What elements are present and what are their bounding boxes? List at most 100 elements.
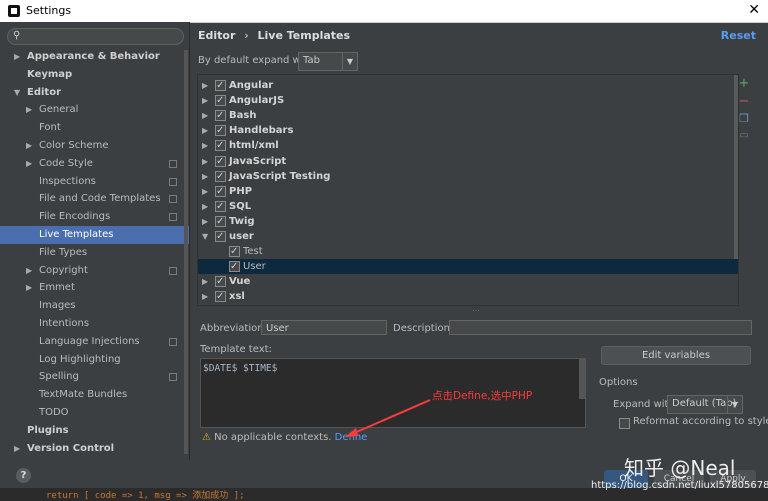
options-label: Options (599, 377, 638, 388)
chevron-right-icon[interactable]: ▶ (202, 169, 208, 184)
sidebar-item[interactable]: ▼ Editor (0, 84, 189, 102)
template-checkbox[interactable] (215, 229, 226, 244)
sidebar-item[interactable]: ▶ General (0, 101, 189, 119)
chevron-right-icon[interactable]: ▶ (202, 78, 208, 93)
template-row[interactable]: ▶ AngularJS (198, 93, 738, 108)
sidebar-item[interactable]: File Encodings (0, 208, 189, 226)
template-row[interactable]: ▶ Twig (198, 214, 738, 229)
sidebar-item[interactable]: Images (0, 297, 189, 315)
chevron-right-icon[interactable]: ▶ (202, 274, 208, 289)
template-checkbox[interactable] (215, 123, 226, 138)
settings-sidebar: ⚲ ▶ Appearance & Behavior Keymap ▼ Editor ▶ Ge… (0, 22, 190, 460)
search-input[interactable]: ⚲ (7, 28, 184, 45)
sidebar-item[interactable]: Intentions (0, 315, 189, 333)
sidebar-item[interactable]: ▶ Copyright (0, 262, 189, 280)
breadcrumb-separator: › (244, 29, 249, 42)
project-settings-icon (169, 266, 177, 275)
template-checkbox[interactable] (215, 274, 226, 289)
chevron-right-icon[interactable]: ▶ (202, 214, 208, 229)
template-checkbox[interactable] (215, 289, 226, 304)
sidebar-item[interactable]: Log Highlighting (0, 351, 189, 369)
template-checkbox[interactable] (215, 93, 226, 108)
sidebar-item-label: Spelling (39, 371, 79, 383)
sidebar-item-label: Plugins (27, 424, 69, 436)
template-checkbox[interactable] (215, 169, 226, 184)
sidebar-item[interactable]: Live Templates (0, 225, 189, 244)
description-input[interactable] (449, 320, 752, 335)
editor-scrollbar[interactable] (579, 359, 585, 399)
template-row[interactable]: ▶ JavaScript (198, 154, 738, 169)
template-row[interactable]: ▶ html/xml (198, 138, 738, 153)
reformat-checkbox[interactable] (619, 418, 630, 429)
chevron-right-icon[interactable]: ▶ (202, 93, 208, 108)
sidebar-item[interactable]: TODO (0, 404, 189, 422)
chevron-right-icon[interactable]: ▶ (202, 123, 208, 138)
sidebar-item[interactable]: Keymap (0, 66, 189, 84)
chevron-right-icon[interactable]: ▶ (202, 184, 208, 199)
chevron-down-icon[interactable]: ▼ (202, 229, 208, 244)
remove-icon[interactable]: − (738, 94, 750, 109)
template-checkbox[interactable] (215, 214, 226, 229)
template-row[interactable]: ▼ user (198, 229, 738, 244)
sidebar-item[interactable]: ▶ Emmet (0, 279, 189, 297)
template-row[interactable]: Test (198, 244, 738, 259)
close-icon[interactable]: ✕ (748, 2, 760, 18)
add-icon[interactable]: + (738, 76, 750, 91)
sidebar-item[interactable]: ▶ Color Scheme (0, 137, 189, 155)
template-row[interactable]: ▶ SQL (198, 199, 738, 214)
annotation-text: 点击Define,选中PHP (432, 390, 533, 402)
chevron-right-icon[interactable]: ▶ (14, 440, 20, 458)
chevron-right-icon[interactable]: ▶ (26, 101, 32, 119)
template-checkbox[interactable] (215, 78, 226, 93)
sidebar-item[interactable]: ▶ Code Style (0, 155, 189, 173)
template-checkbox[interactable] (215, 138, 226, 153)
edit-variables-button[interactable]: Edit variables (601, 346, 751, 365)
chevron-right-icon[interactable]: ▶ (26, 262, 32, 280)
chevron-right-icon[interactable]: ▶ (202, 289, 208, 304)
define-link[interactable]: Define (335, 432, 368, 443)
sidebar-item[interactable]: File and Code Templates (0, 190, 189, 208)
sidebar-item[interactable]: TextMate Bundles (0, 386, 189, 404)
template-checkbox[interactable] (215, 108, 226, 123)
restore-icon[interactable]: ▭ (738, 130, 750, 141)
template-checkbox[interactable] (229, 259, 240, 274)
chevron-right-icon[interactable]: ▶ (26, 137, 32, 155)
reset-link[interactable]: Reset (721, 29, 756, 42)
help-icon[interactable]: ? (16, 468, 31, 483)
splitter-handle[interactable]: ⋯ (472, 306, 480, 315)
chevron-right-icon[interactable]: ▶ (26, 155, 32, 173)
template-checkbox[interactable] (215, 154, 226, 169)
expand-with-combo[interactable]: Default (Tab) ▼ (667, 395, 743, 414)
sidebar-item[interactable]: Inspections (0, 173, 189, 191)
sidebar-item[interactable]: Font (0, 119, 189, 137)
template-checkbox[interactable] (215, 184, 226, 199)
chevron-down-icon[interactable]: ▼ (14, 84, 20, 102)
sidebar-item[interactable]: Language Injections (0, 333, 189, 351)
project-settings-icon (169, 213, 177, 222)
expand-combo[interactable]: Tab ▼ (298, 52, 358, 71)
chevron-right-icon[interactable]: ▶ (26, 279, 32, 297)
template-row[interactable]: ▶ Vue (198, 274, 738, 289)
sidebar-item[interactable]: Spelling (0, 368, 189, 386)
chevron-right-icon[interactable]: ▶ (202, 108, 208, 123)
template-row[interactable]: ▶ Angular (198, 78, 738, 93)
chevron-right-icon[interactable]: ▶ (202, 138, 208, 153)
sidebar-scrollbar[interactable] (184, 50, 188, 454)
template-row[interactable]: ▶ JavaScript Testing (198, 169, 738, 184)
copy-icon[interactable]: ❐ (738, 112, 750, 125)
template-row[interactable]: ▶ Bash (198, 108, 738, 123)
sidebar-item[interactable]: File Types (0, 244, 189, 262)
chevron-right-icon[interactable]: ▶ (202, 154, 208, 169)
template-row[interactable]: ▶ PHP (198, 184, 738, 199)
template-checkbox[interactable] (215, 199, 226, 214)
sidebar-item[interactable]: Plugins (0, 422, 189, 440)
chevron-right-icon[interactable]: ▶ (14, 48, 20, 66)
template-row[interactable]: User (198, 259, 738, 275)
template-checkbox[interactable] (229, 244, 240, 259)
sidebar-item[interactable]: ▶ Appearance & Behavior (0, 48, 189, 66)
abbreviation-input[interactable]: User (261, 320, 387, 335)
template-row[interactable]: ▶ Handlebars (198, 123, 738, 138)
chevron-right-icon[interactable]: ▶ (202, 199, 208, 214)
sidebar-item[interactable]: ▶ Version Control (0, 440, 189, 458)
template-row[interactable]: ▶ xsl (198, 289, 738, 304)
